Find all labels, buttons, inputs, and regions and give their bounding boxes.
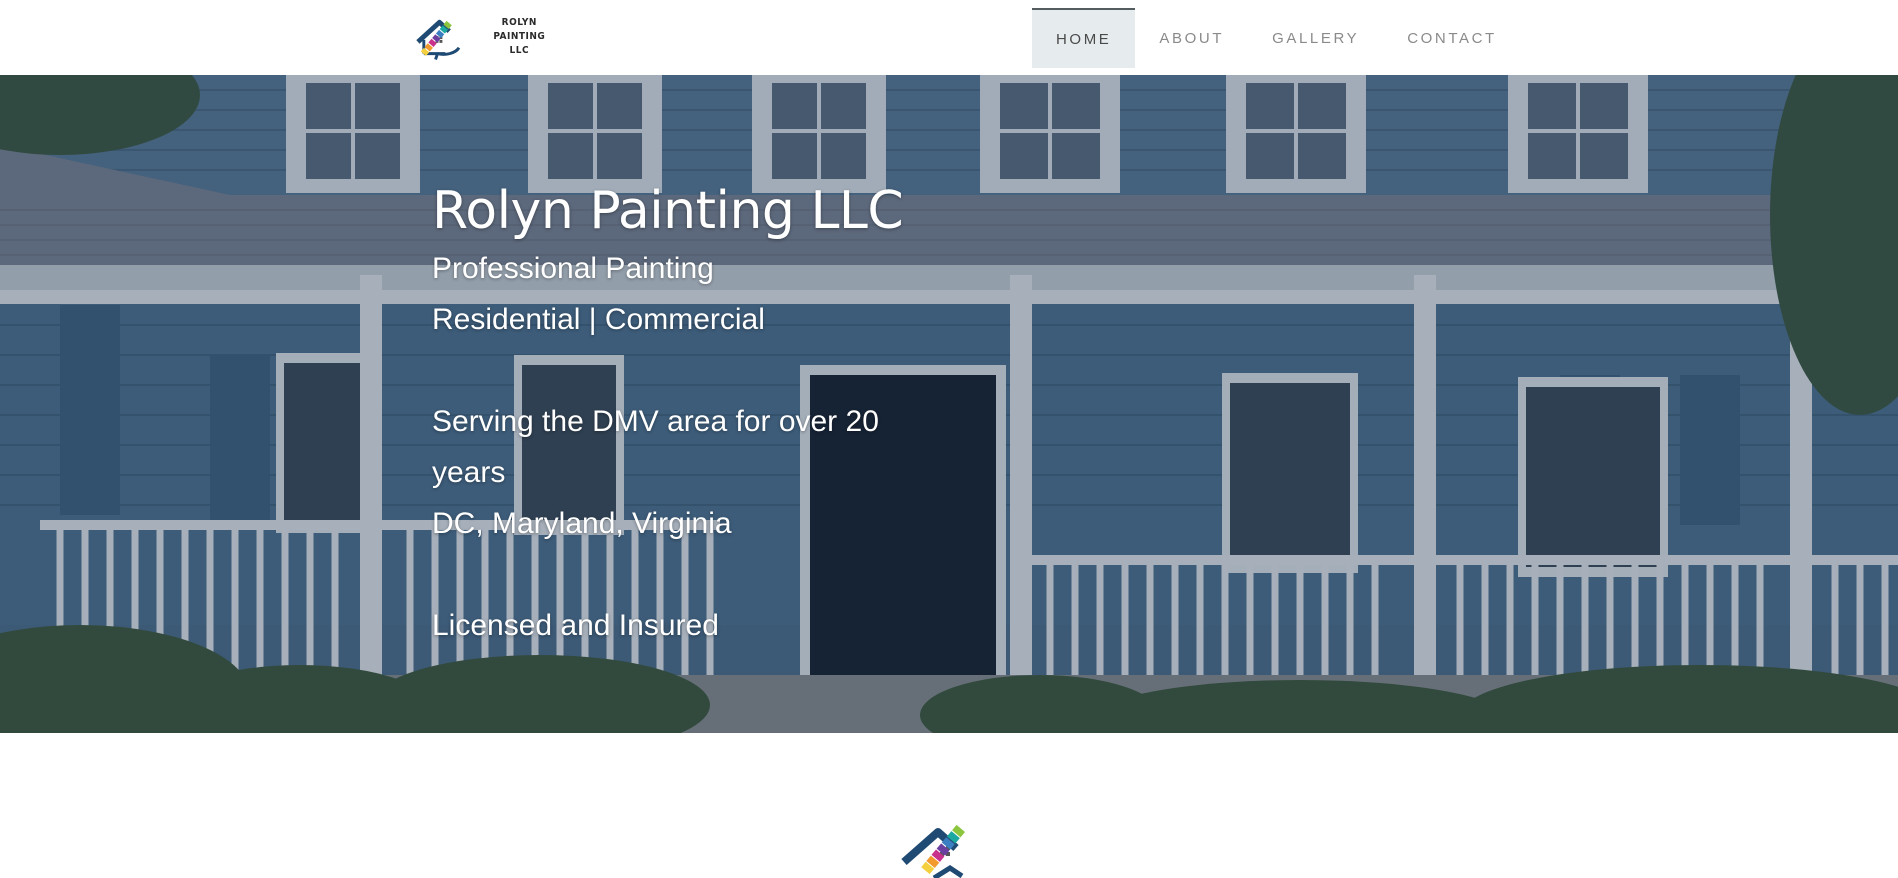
hero-licensed: Licensed and Insured bbox=[432, 609, 719, 642]
logo-line-1: ROLYN bbox=[501, 17, 537, 28]
nav-gallery[interactable]: GALLERY bbox=[1248, 8, 1383, 68]
house-paint-swatch-logo-icon bbox=[901, 824, 965, 878]
site-header: ROLYN PAINTING LLC HOME ABOUT GALLERY CO… bbox=[0, 0, 1898, 75]
nav-about[interactable]: ABOUT bbox=[1135, 8, 1248, 68]
house-paint-swatch-logo-icon bbox=[416, 19, 461, 60]
hero-locations: DC, Maryland, Virginia bbox=[432, 507, 732, 540]
hero-section: Rolyn Painting LLC Professional Painting… bbox=[0, 75, 1898, 733]
logo-wordmark: ROLYN PAINTING LLC bbox=[483, 16, 556, 58]
hero-subtitle: Professional Painting bbox=[432, 252, 714, 285]
section-logo bbox=[900, 818, 1004, 878]
hero-content: Rolyn Painting LLC Professional Painting… bbox=[432, 179, 952, 651]
hero-serving-years: years bbox=[432, 456, 506, 489]
hero-title: Rolyn Painting LLC bbox=[432, 181, 904, 241]
main-nav: HOME ABOUT GALLERY CONTACT bbox=[1032, 8, 1521, 68]
hero-services: Residential | Commercial bbox=[432, 303, 765, 336]
logo-line-2: PAINTING LLC bbox=[493, 31, 546, 56]
site-logo[interactable]: ROLYN PAINTING LLC bbox=[416, 14, 556, 60]
hero-serving-area: Serving the DMV area for over 20 bbox=[432, 405, 879, 438]
nav-contact[interactable]: CONTACT bbox=[1383, 8, 1521, 68]
nav-home[interactable]: HOME bbox=[1032, 8, 1136, 68]
